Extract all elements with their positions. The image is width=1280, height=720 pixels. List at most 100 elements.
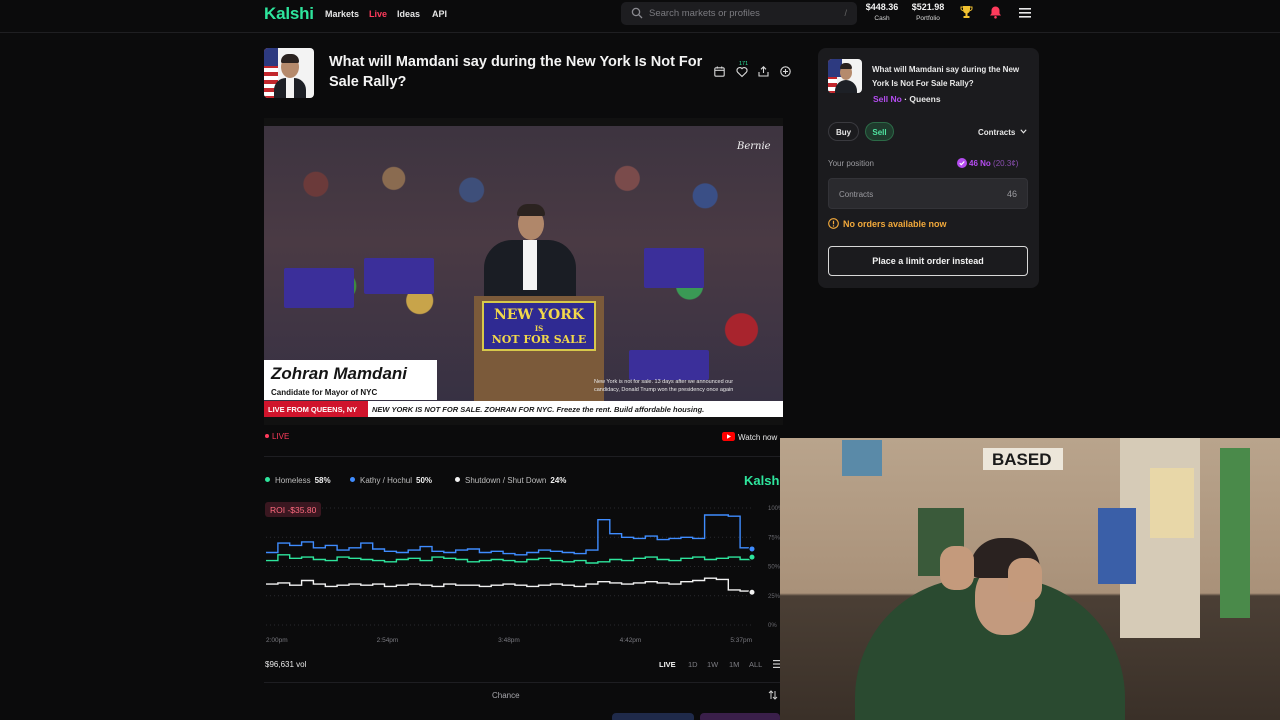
market-avatar	[264, 48, 314, 98]
chance-column-header: Chance	[492, 691, 520, 700]
range-all[interactable]: ALL	[749, 660, 762, 669]
nav-link-live[interactable]: Live	[369, 9, 387, 19]
divider	[264, 682, 783, 683]
roi-badge: ROI -$35.80	[265, 502, 322, 517]
range-1d[interactable]: 1D	[688, 660, 698, 669]
sell-tab[interactable]: Sell	[865, 122, 894, 141]
cash-balance[interactable]: $448.36 Cash	[865, 2, 899, 22]
wall-poster	[842, 440, 882, 476]
position-value: 46 No (20.3¢)	[957, 158, 1018, 168]
y-tick-label: 100%	[768, 506, 780, 512]
live-indicator: LIVE	[265, 432, 289, 441]
x-tick-label: 4:42pm	[620, 637, 642, 644]
portfolio-balance[interactable]: $521.98 Portfolio	[910, 2, 946, 22]
trophy-icon[interactable]	[960, 5, 973, 19]
legend-item-hochul[interactable]: Kathy / Hochul 50%	[350, 476, 432, 485]
position-price: (20.3¢)	[993, 159, 1019, 168]
panel-selection: Sell No · Queens	[873, 94, 941, 104]
range-live[interactable]: LIVE	[659, 660, 676, 669]
volume-label: $96,631 vol	[265, 660, 307, 669]
based-poster-text: BASED	[992, 450, 1052, 469]
share-icon[interactable]	[758, 66, 769, 77]
no-orders-warning: No orders available now	[828, 218, 947, 229]
series-line-kathy-hochul[interactable]	[266, 514, 753, 556]
outcome-no-button[interactable]	[700, 713, 780, 720]
lower-third-quote: New York is not for sale. 13 days after …	[594, 379, 734, 393]
search-shortcut-hint: /	[844, 8, 847, 18]
nav-link-api[interactable]: API	[432, 9, 447, 19]
wall-poster	[1098, 508, 1136, 584]
webcam-overlay: BASED	[780, 438, 1280, 720]
search-input[interactable]: Search markets or profiles /	[621, 2, 857, 25]
contracts-input-value: 46	[1006, 189, 1017, 199]
legend-item-homeless[interactable]: Homeless 58%	[265, 476, 331, 485]
probability-chart[interactable]: 100% 75% 50% 25% 0% 2:00pm 2:54pm 3:48pm 4:42pm 5…	[264, 500, 780, 650]
search-icon	[631, 7, 643, 19]
calendar-icon[interactable]	[714, 66, 725, 77]
cash-label: Cash	[874, 15, 890, 22]
range-1w[interactable]: 1W	[707, 660, 718, 669]
y-tick-label: 25%	[768, 594, 780, 600]
series-endpoint	[748, 545, 756, 553]
chart-watermark: Kalshi	[744, 473, 780, 488]
x-tick-label: 2:00pm	[266, 637, 288, 644]
portfolio-label: Portfolio	[916, 15, 940, 22]
cash-amount: $448.36	[865, 2, 899, 12]
y-tick-label: 0%	[768, 623, 777, 629]
check-circle-icon	[957, 158, 967, 168]
lower-third-role: Candidate for Mayor of NYC	[271, 388, 378, 397]
contracts-input[interactable]: Contracts 46	[828, 178, 1028, 209]
heart-icon	[736, 67, 748, 78]
search-placeholder: Search markets or profiles	[649, 8, 760, 19]
legend-item-shutdown[interactable]: Shutdown / Shut Down 24%	[455, 476, 566, 485]
add-icon[interactable]	[780, 66, 791, 77]
y-tick-label: 50%	[768, 565, 780, 571]
youtube-icon	[722, 432, 735, 441]
nav-link-ideas[interactable]: Ideas	[397, 9, 420, 19]
streamer-hand	[1008, 558, 1042, 602]
streamer-hand	[940, 546, 974, 590]
top-navbar: Kalshi Markets Live Ideas API Search mar…	[0, 0, 1280, 33]
range-1m[interactable]: 1M	[729, 660, 739, 669]
sort-icon[interactable]	[768, 690, 778, 700]
menu-icon[interactable]	[1019, 8, 1031, 18]
limit-order-button[interactable]: Place a limit order instead	[828, 246, 1028, 276]
kalshi-logo[interactable]: Kalshi	[264, 4, 314, 24]
x-tick-label: 5:37pm	[730, 637, 752, 644]
position-label: Your position	[828, 159, 874, 168]
panel-avatar	[828, 59, 862, 93]
panel-separator: ·	[904, 94, 908, 104]
buy-tab[interactable]: Buy	[828, 122, 859, 141]
unit-select[interactable]: Contracts	[978, 128, 1027, 137]
chart-settings-icon[interactable]	[773, 660, 780, 668]
series-line-shutdown-shut-down[interactable]	[266, 577, 753, 593]
broadcast-watermark: Bernie	[737, 141, 771, 152]
nav-link-markets[interactable]: Markets	[325, 9, 359, 19]
series-endpoint	[748, 553, 756, 561]
divider	[264, 456, 783, 457]
portfolio-amount: $521.98	[911, 2, 945, 12]
series-line-homeless[interactable]	[266, 554, 753, 564]
warning-icon	[828, 218, 839, 229]
watch-now-label: Watch now	[738, 433, 778, 442]
live-video-player[interactable]: NEW YORK IS NOT FOR SALE Bernie Zohran M…	[264, 118, 783, 425]
watch-now-link[interactable]: Watch now	[722, 432, 777, 442]
live-dot	[265, 434, 269, 438]
contracts-input-label: Contracts	[839, 190, 874, 199]
live-label: LIVE	[272, 432, 290, 441]
no-orders-text: No orders available now	[843, 219, 947, 229]
crowd-sign	[364, 258, 434, 294]
wall-poster	[1150, 468, 1194, 538]
crowd-sign	[644, 248, 704, 288]
crowd-sign	[284, 268, 354, 308]
bell-icon[interactable]	[989, 5, 1002, 19]
unit-select-label: Contracts	[978, 128, 1016, 137]
wall-poster	[1220, 448, 1250, 618]
ticker-live-label: LIVE FROM QUEENS, NY	[264, 401, 368, 417]
crowd-sign	[629, 350, 709, 380]
chevron-down-icon	[1019, 129, 1027, 134]
position-contracts: 46 No	[969, 159, 991, 168]
podium-sign: NEW YORK IS NOT FOR SALE	[482, 301, 596, 351]
outcome-yes-button[interactable]	[612, 713, 694, 720]
x-tick-label: 3:48pm	[498, 637, 520, 644]
